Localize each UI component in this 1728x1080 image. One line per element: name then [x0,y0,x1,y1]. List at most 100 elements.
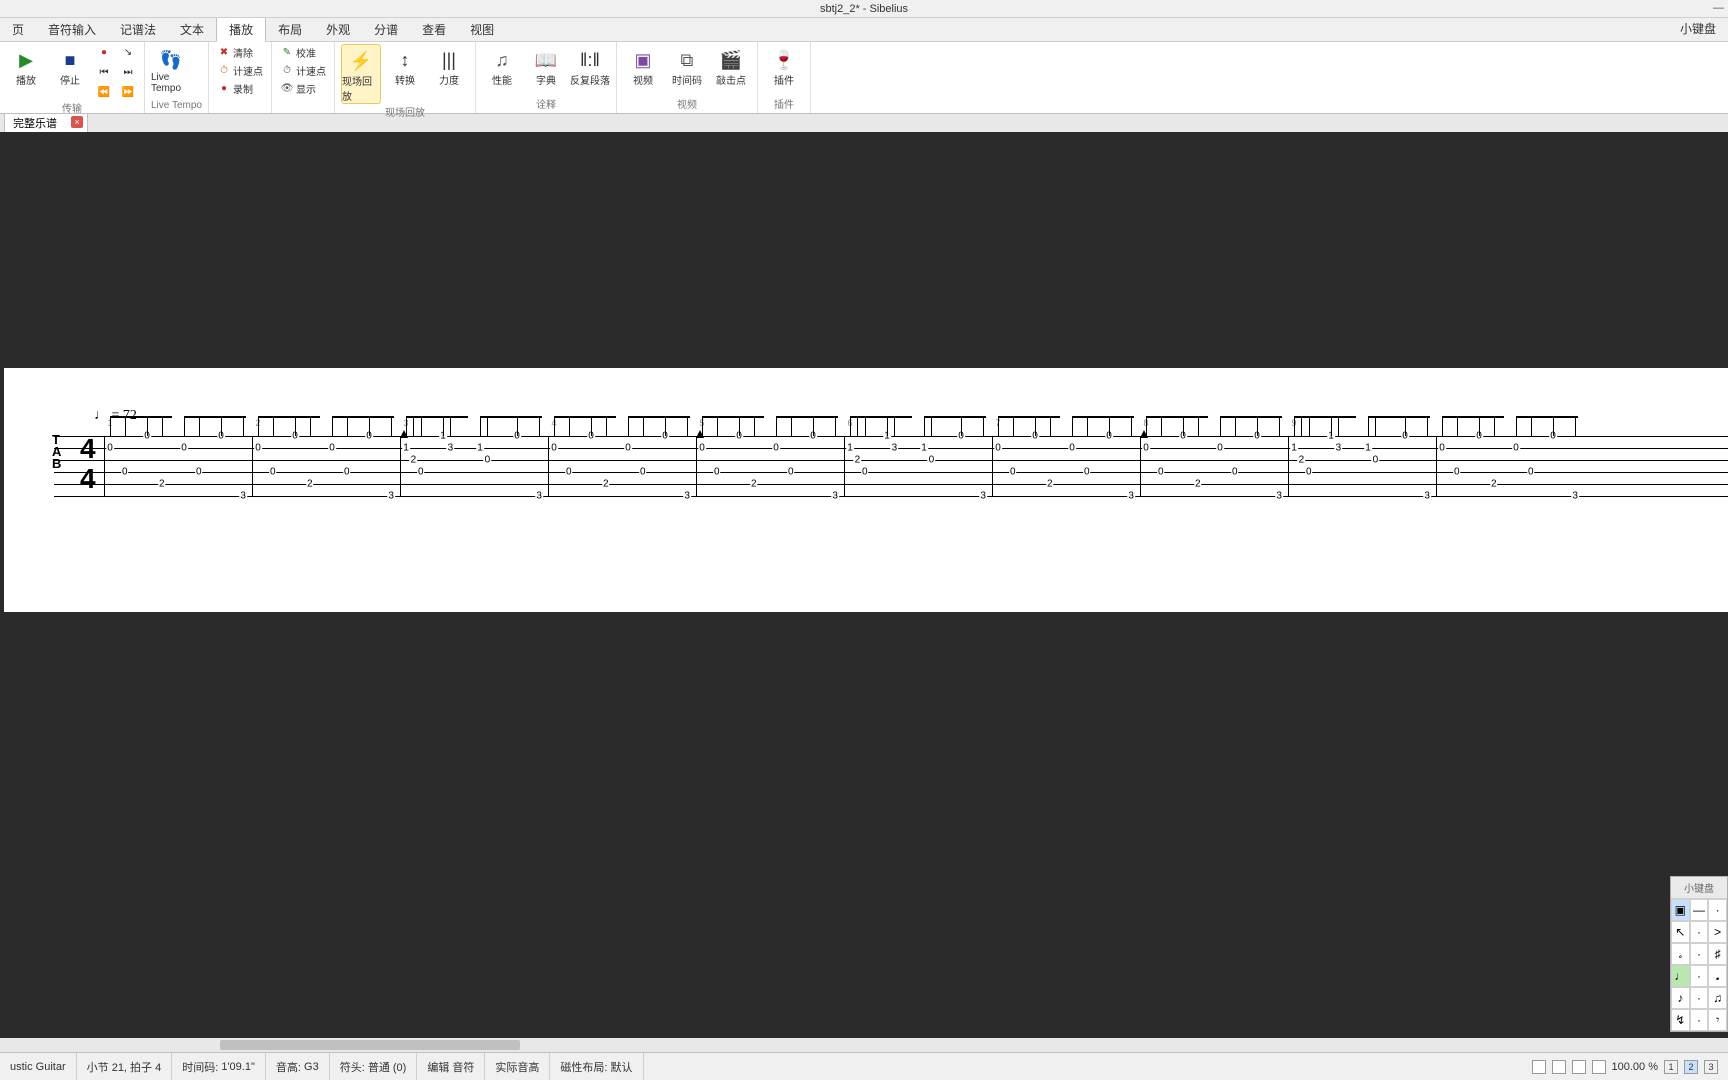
view-mode-1[interactable] [1532,1060,1546,1074]
fret-number[interactable]: 2 [158,479,166,490]
ribbon-small-录制[interactable]: ●录制 [215,80,265,97]
ribbon-button-敲击点[interactable]: 🎬敲击点 [711,44,751,87]
fret-number[interactable]: 0 [772,443,780,454]
fret-number[interactable]: 0 [195,467,203,478]
horizontal-scrollbar[interactable] [0,1038,1728,1052]
keypad-cell-2-2[interactable]: ♯ [1708,943,1727,965]
fret-number[interactable]: 0 [861,467,869,478]
ribbon-tab-6[interactable]: 外观 [314,17,362,41]
fret-number[interactable]: 3 [683,491,691,502]
fret-number[interactable]: 0 [106,443,114,454]
zoom-level[interactable]: 100.00 % [1612,1061,1658,1073]
view-mode-2[interactable] [1552,1060,1566,1074]
keypad-cell-5-1[interactable]: · [1690,1009,1709,1031]
ribbon-tab-8[interactable]: 查看 [410,17,458,41]
keypad-cell-1-0[interactable]: ↖ [1671,921,1690,943]
scrollbar-thumb[interactable] [220,1040,520,1050]
fret-number[interactable]: 2 [1298,455,1306,466]
keypad-cell-3-1[interactable]: · [1690,965,1709,987]
fret-number[interactable]: 0 [343,467,351,478]
keypad-cell-1-2[interactable]: > [1708,921,1727,943]
ribbon-button-力度[interactable]: |||力度 [429,44,469,87]
fret-number[interactable]: 3 [535,491,543,502]
transport-button-0[interactable]: ● [94,44,114,60]
ribbon-tab-0[interactable]: 页 [0,17,36,41]
ribbon-button-视频[interactable]: ▣视频 [623,44,663,87]
fret-number[interactable]: 0 [328,443,336,454]
fret-number[interactable]: 3 [1423,491,1431,502]
score-viewport[interactable]: ♩ = 72 T A B 4 4 10002000320002000331201… [0,132,1728,1034]
ribbon-button-反复段落[interactable]: ‖:‖反复段落 [570,44,610,87]
fret-number[interactable]: 0 [1083,467,1091,478]
fret-number[interactable]: 3 [1275,491,1283,502]
fret-number[interactable]: 3 [447,443,455,454]
transport-button-4[interactable]: ⏪ [94,84,114,100]
fret-number[interactable]: 0 [928,455,936,466]
fret-number[interactable]: 0 [1157,467,1165,478]
ribbon-button-Live Tempo[interactable]: 👣Live Tempo [151,44,191,94]
fret-number[interactable]: 0 [1216,443,1224,454]
ribbon-small-计速点[interactable]: ⏱计速点 [278,62,328,79]
fret-number[interactable]: 0 [1438,443,1446,454]
keypad-cell-5-2[interactable]: 𝄾 [1708,1009,1727,1031]
ribbon-button-性能[interactable]: ♫性能 [482,44,522,87]
fret-number[interactable]: 1 [920,443,928,454]
fret-number[interactable]: 2 [602,479,610,490]
ribbon-button-插件[interactable]: 🍷插件 [764,44,804,87]
fret-number[interactable]: 1 [476,443,484,454]
transport-button-3[interactable]: ⏭ [118,64,138,80]
ribbon-small-显示[interactable]: 👁显示 [278,80,328,97]
fret-number[interactable]: 0 [565,467,573,478]
fret-number[interactable]: 0 [624,443,632,454]
fret-number[interactable]: 0 [1453,467,1461,478]
ribbon-tab-4[interactable]: 播放 [216,16,266,42]
fret-number[interactable]: 3 [1127,491,1135,502]
keypad-cell-4-2[interactable]: ♫ [1708,987,1727,1009]
transport-button-5[interactable]: ⏩ [118,84,138,100]
fret-number[interactable]: 2 [1194,479,1202,490]
fret-number[interactable]: 2 [854,455,862,466]
document-tab[interactable]: 完整乐谱 × [4,113,88,133]
fret-number[interactable]: 0 [269,467,277,478]
fret-number[interactable]: 0 [1142,443,1150,454]
ribbon-tab-5[interactable]: 布局 [266,17,314,41]
ribbon-button-时间码[interactable]: ⧉时间码 [667,44,707,87]
fret-number[interactable]: 3 [831,491,839,502]
keypad-cell-5-0[interactable]: ↯ [1671,1009,1690,1031]
fret-number[interactable]: 2 [1490,479,1498,490]
transport-button-1[interactable]: ↘ [118,44,138,60]
fret-number[interactable]: 3 [239,491,247,502]
ribbon-button-现场回放[interactable]: ⚡现场回放 [341,44,381,104]
ribbon-tab-1[interactable]: 音符输入 [36,17,108,41]
fret-number[interactable]: 1 [846,443,854,454]
fret-number[interactable]: 2 [306,479,314,490]
ribbon-button-播放[interactable]: ▶播放 [6,44,46,87]
transport-button-2[interactable]: ⏮ [94,64,114,80]
fret-number[interactable]: 3 [979,491,987,502]
fret-number[interactable]: 0 [1305,467,1313,478]
keypad-cell-0-0[interactable]: ▣ [1671,899,1690,921]
fret-number[interactable]: 0 [1009,467,1017,478]
ribbon-tab-7[interactable]: 分谱 [362,17,410,41]
keypad-cell-3-2[interactable]: 𝅘 [1708,965,1727,987]
ribbon-button-停止[interactable]: ■停止 [50,44,90,87]
fret-number[interactable]: 2 [750,479,758,490]
ribbon-tab-9[interactable]: 视图 [458,17,506,41]
fret-number[interactable]: 2 [1046,479,1054,490]
fret-number[interactable]: 0 [1068,443,1076,454]
fret-number[interactable]: 3 [1335,443,1343,454]
keypad-panel[interactable]: 小键盘 ▣—·↖·>𝅗·♯♩·𝅘♪·♫↯·𝄾 [1670,876,1728,1032]
fret-number[interactable]: 3 [1571,491,1579,502]
ribbon-button-字典[interactable]: 📖字典 [526,44,566,87]
fret-number[interactable]: 0 [254,443,262,454]
fret-number[interactable]: 0 [1527,467,1535,478]
view-mode-4[interactable] [1592,1060,1606,1074]
fret-number[interactable]: 0 [1512,443,1520,454]
fret-number[interactable]: 0 [180,443,188,454]
keypad-cell-3-0[interactable]: ♩ [1671,965,1690,987]
keypad-cell-2-1[interactable]: · [1690,943,1709,965]
fret-number[interactable]: 0 [550,443,558,454]
keypad-cell-1-1[interactable]: · [1690,921,1709,943]
ribbon-tab-2[interactable]: 记谱法 [108,17,168,41]
ribbon-small-清除[interactable]: ✖清除 [215,44,265,61]
